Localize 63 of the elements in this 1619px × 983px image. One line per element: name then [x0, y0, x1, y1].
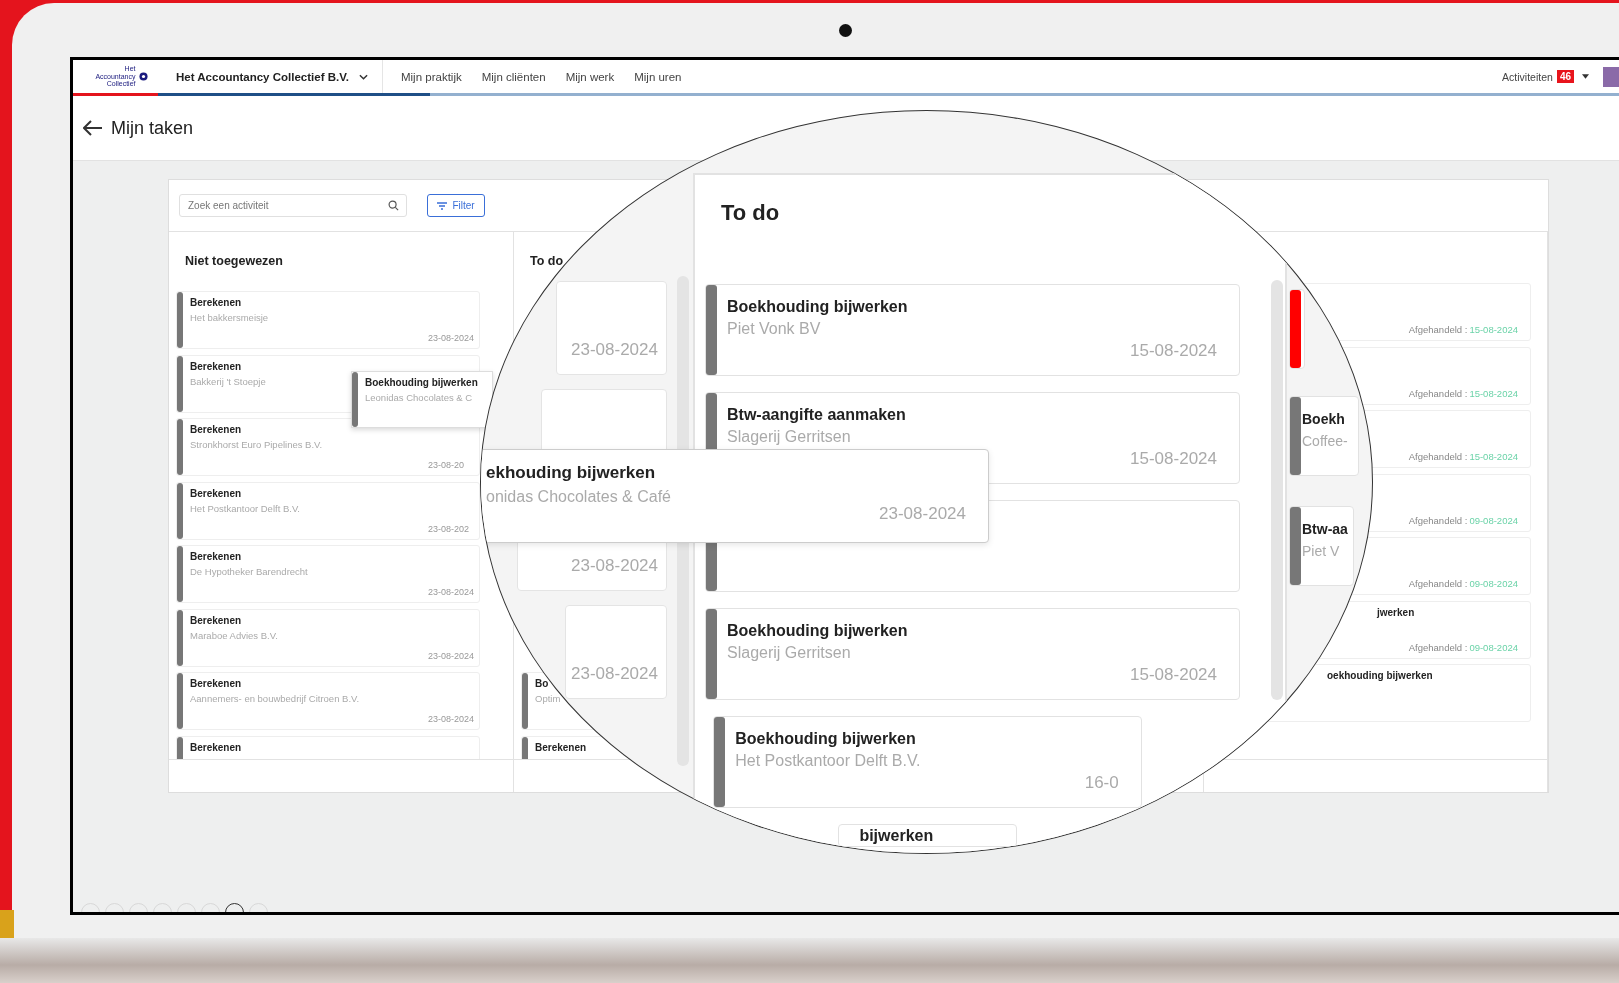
task-title: Berekenen	[190, 360, 242, 372]
task-title: jwerken	[1377, 606, 1415, 618]
client-name: Stronkhorst Euro Pipelines B.V.	[190, 439, 323, 450]
column-heading: Niet toegewezen	[184, 253, 284, 270]
status-label: Afgehandeld :	[1408, 641, 1468, 653]
client-name: Bakkerij 't Stoepje	[190, 375, 266, 387]
due-date: 23-08-2024	[571, 556, 658, 576]
due-date: 23-08-2024	[571, 664, 658, 684]
notification-count: 46	[1556, 70, 1574, 83]
client-name: Optim	[535, 693, 561, 704]
status-label: Afgehandeld :	[1408, 324, 1468, 335]
due-date: 23-08-2024	[428, 650, 475, 661]
task-title: Berekenen	[190, 551, 242, 562]
task-title: ekhouding bijwerken	[486, 463, 656, 483]
task-title: Boekhouding bijwerken	[365, 377, 478, 388]
task-title: bijwerken	[859, 827, 934, 845]
task-title: Berekenen	[190, 487, 242, 499]
task-title: oekhouding bijwerken	[1327, 670, 1433, 681]
task-title: Boekhouding bijwerken	[735, 730, 916, 748]
page-title: Mijn taken	[111, 117, 194, 139]
completed-date: 09-08-2024	[1469, 514, 1518, 526]
status-label: Afgehandeld :	[1408, 451, 1468, 462]
client-name: Piet V	[1302, 543, 1340, 559]
client-name: Aannemers- en bouwbedrijf Citroen B.V.	[190, 693, 360, 704]
due-date: 23-08-2024	[879, 504, 966, 524]
client-name: Het Postkantoor Delft B.V.	[190, 502, 300, 514]
completed-date: 09-08-2024	[1469, 578, 1518, 589]
task-title: Btw-aangifte aanmaken	[727, 406, 906, 424]
task-title: Berekenen	[190, 741, 242, 753]
client-name: De Hypotheker Barendrecht	[190, 566, 308, 577]
client-name: Piet Vonk BV	[727, 320, 821, 338]
completed-date: 15-08-2024	[1469, 451, 1518, 462]
status-label: Afgehandeld :	[1408, 514, 1468, 526]
completed-date: 09-08-2024	[1469, 641, 1518, 653]
completed-date: 15-08-2024	[1469, 387, 1518, 399]
completed-date: 15-08-2024	[1469, 324, 1518, 335]
task-title: Berekenen	[190, 678, 242, 689]
client-name: Slagerij Gerritsen	[727, 644, 851, 662]
client-name: Het Postkantoor Delft B.V.	[735, 752, 921, 770]
column-heading: To do	[529, 253, 565, 270]
task-title: Boekhouding bijwerken	[727, 298, 908, 316]
status-label: Afgehandeld :	[1408, 387, 1468, 399]
client-name: Maraboe Advies B.V.	[190, 629, 278, 641]
task-title: Boekhouding bijwerken	[727, 622, 908, 640]
due-date: 23-08-20	[428, 460, 465, 470]
client-name: Coffee-	[1302, 433, 1348, 449]
task-title: Bo	[535, 678, 549, 689]
task-title: Berekenen	[190, 424, 242, 435]
task-title: Berekenen	[190, 614, 242, 626]
client-name: Leonidas Chocolates & C	[365, 392, 473, 403]
task-title: Berekenen	[190, 297, 242, 308]
due-date: 23-08-2024	[428, 333, 475, 343]
due-date: 23-08-2024	[571, 340, 658, 360]
client-name: Het bakkersmeisje	[190, 312, 269, 323]
task-title: Berekenen	[535, 741, 587, 753]
due-date: 23-08-202	[428, 523, 470, 534]
status-label: Afgehandeld :	[1408, 578, 1468, 589]
task-title: Boekh	[1302, 411, 1345, 427]
client-name: Slagerij Gerritsen	[727, 428, 851, 446]
column-heading: To do	[721, 200, 780, 226]
due-date: 16-0	[1084, 773, 1119, 793]
due-date: 23-08-2024	[428, 714, 475, 724]
due-date: 23-08-2024	[428, 587, 475, 597]
